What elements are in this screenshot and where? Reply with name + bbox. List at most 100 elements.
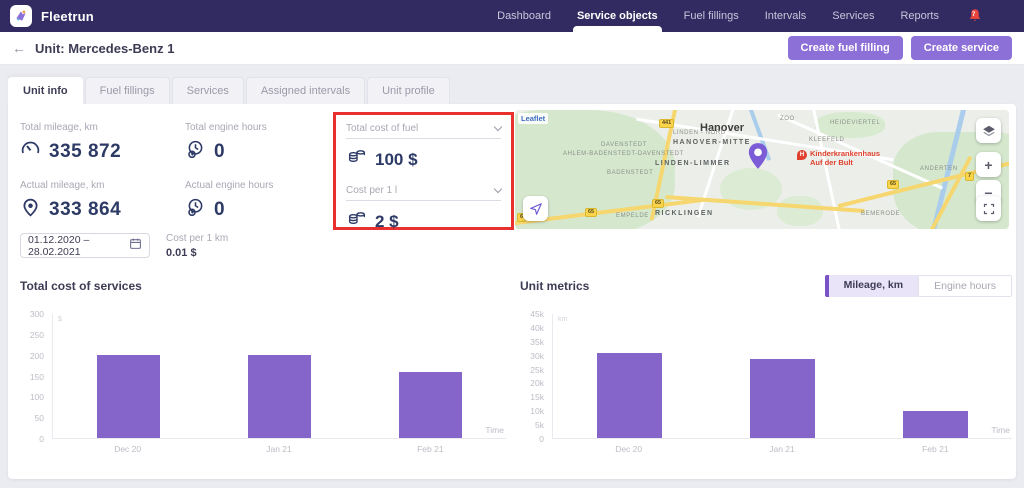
y-tick-label: 150 (30, 372, 44, 382)
x-tick-label: Jan 21 (705, 444, 858, 454)
cost-per-litre-value: 2 $ (375, 212, 399, 232)
y-tick-label: 5k (535, 420, 544, 430)
brand-name: Fleetrun (41, 9, 94, 24)
tab-fuel-fillings[interactable]: Fuel fillings (85, 77, 170, 104)
unit-location-map[interactable]: Leaflet Hanover LINDEN - NORD HANOVER-MI… (515, 110, 1009, 229)
bar-feb-21[interactable] (903, 411, 967, 438)
x-tick-label: Jan 21 (203, 444, 354, 454)
y-tick-label: 250 (30, 330, 44, 340)
map-label: RICKLINGEN (655, 210, 714, 217)
map-label: ZOO (780, 116, 795, 122)
nav-item-service-objects[interactable]: Service objects (564, 0, 671, 32)
x-axis: Dec 20Jan 21Feb 21 (52, 444, 506, 454)
bar-jan-21[interactable] (750, 359, 814, 438)
unit-metrics-chart: Unit metrics Mileage, km Engine hours 45… (520, 274, 1012, 454)
nav-item-services[interactable]: Services (819, 0, 887, 32)
toggle-engine-hours[interactable]: Engine hours (918, 275, 1012, 297)
road-badge: 7 (965, 172, 974, 181)
x-axis-label: Time (485, 425, 504, 435)
cost-per-km-value: 0.01 $ (166, 247, 228, 259)
date-range-input[interactable]: 01.12.2020 – 28.02.2021 (20, 233, 150, 258)
y-tick-label: 20k (530, 378, 544, 388)
notification-count: 7 (972, 12, 975, 18)
page-title: Unit: Mercedes-Benz 1 (35, 41, 174, 56)
map-label: ANDERTEN (920, 166, 958, 172)
hospital-icon: H (797, 150, 807, 160)
fuel-metric-select-1: Total cost of fuel 100 $ (346, 123, 501, 173)
plot-area: $ Time (52, 314, 506, 439)
create-service-button[interactable]: Create service (911, 36, 1012, 60)
create-fuel-filling-button[interactable]: Create fuel filling (788, 36, 903, 60)
map-fullscreen-button[interactable] (976, 196, 1001, 221)
nav-item-reports[interactable]: Reports (887, 0, 952, 32)
stat-value: 0 (214, 141, 225, 163)
tab-unit-info[interactable]: Unit info (8, 77, 83, 104)
bar-jan-21[interactable] (248, 355, 311, 438)
x-axis: Dec 20Jan 21Feb 21 (552, 444, 1012, 454)
unit-marker-pin[interactable] (747, 142, 769, 175)
coins-icon (346, 146, 368, 173)
map-label: HANOVER-MITTE (673, 139, 751, 146)
leaflet-attribution[interactable]: Leaflet (518, 113, 548, 124)
stat-label: Actual mileage, km (20, 180, 121, 191)
unit-tabs: Unit info Fuel fillings Services Assigne… (0, 65, 1024, 104)
chevron-down-icon (494, 123, 502, 131)
map-label: BADENSTEDT (607, 170, 653, 176)
plot-area: km Time (552, 314, 1012, 439)
tab-assigned-intervals[interactable]: Assigned intervals (246, 77, 365, 104)
notifications-bell-icon[interactable]: 7 (966, 7, 984, 25)
map-layers-button[interactable] (976, 118, 1001, 143)
y-tick-label: 200 (30, 351, 44, 361)
stat-label: Total mileage, km (20, 122, 121, 133)
back-arrow-icon[interactable]: ← (12, 40, 26, 56)
stat-total-engine-hours: Total engine hours 0 (185, 122, 267, 165)
toggle-mileage-km[interactable]: Mileage, km (825, 275, 919, 297)
unit-header: ← Unit: Mercedes-Benz 1 Create fuel fill… (0, 32, 1024, 65)
map-zoom-in-button[interactable]: + (976, 152, 1001, 177)
nav-item-intervals[interactable]: Intervals (752, 0, 820, 32)
total-cost-of-services-chart: Total cost of services 30025020015010050… (20, 274, 506, 454)
bar-dec-20[interactable] (597, 353, 661, 438)
fleetrun-logo-icon[interactable] (10, 5, 32, 27)
tab-services[interactable]: Services (172, 77, 244, 104)
road-badge: 65 (585, 208, 597, 217)
x-tick-label: Dec 20 (552, 444, 705, 454)
map-label: HEIDEVIERTEL (830, 120, 880, 126)
y-axis: 300250200150100500 (20, 314, 52, 439)
map-label: EMPELDE (616, 213, 649, 219)
y-tick-label: 45k (530, 309, 544, 319)
stat-actual-mileage: Actual mileage, km 333 864 (20, 180, 121, 223)
map-label: AHLEM-BADENSTEDT-DAVENSTEDT (563, 151, 684, 157)
road-badge: 65 (652, 199, 664, 208)
total-cost-of-fuel-value: 100 $ (375, 150, 418, 170)
x-axis-label: Time (991, 425, 1010, 435)
bar-dec-20[interactable] (97, 355, 160, 438)
y-tick-label: 40k (530, 323, 544, 333)
total-cost-of-fuel-select[interactable]: Total cost of fuel (346, 123, 501, 139)
nav-item-fuel-fillings[interactable]: Fuel fillings (671, 0, 752, 32)
cost-per-litre-select[interactable]: Cost per 1 l (346, 185, 501, 201)
unit-info-panel: Total mileage, km 335 872 Total engine h… (8, 104, 1016, 479)
map-label: KLEEFELD (809, 137, 844, 143)
stat-actual-engine-hours: Actual engine hours 0 (185, 180, 273, 223)
bar-feb-21[interactable] (399, 372, 462, 438)
y-axis-unit: $ (58, 316, 62, 323)
x-tick-label: Dec 20 (52, 444, 203, 454)
stat-value: 0 (214, 199, 225, 221)
stat-label: Actual engine hours (185, 180, 273, 191)
map-label: BEMERODE (861, 211, 900, 217)
road-badge: 65 (887, 180, 899, 189)
y-tick-label: 25k (530, 365, 544, 375)
map-locate-button[interactable] (523, 196, 548, 221)
location-pin-icon (20, 197, 41, 223)
hospital-poi[interactable]: H Kinderkrankenhaus Auf der Bult (797, 150, 888, 167)
hospital-name: Kinderkrankenhaus Auf der Bult (810, 150, 888, 167)
x-tick-label: Feb 21 (859, 444, 1012, 454)
tab-unit-profile[interactable]: Unit profile (367, 77, 450, 104)
cost-per-km-block: Cost per 1 km 0.01 $ (166, 233, 228, 259)
y-tick-label: 0 (539, 434, 544, 444)
y-tick-label: 15k (530, 392, 544, 402)
y-tick-label: 10k (530, 406, 544, 416)
nav-item-dashboard[interactable]: Dashboard (484, 0, 564, 32)
engine-hours-icon (185, 139, 206, 165)
